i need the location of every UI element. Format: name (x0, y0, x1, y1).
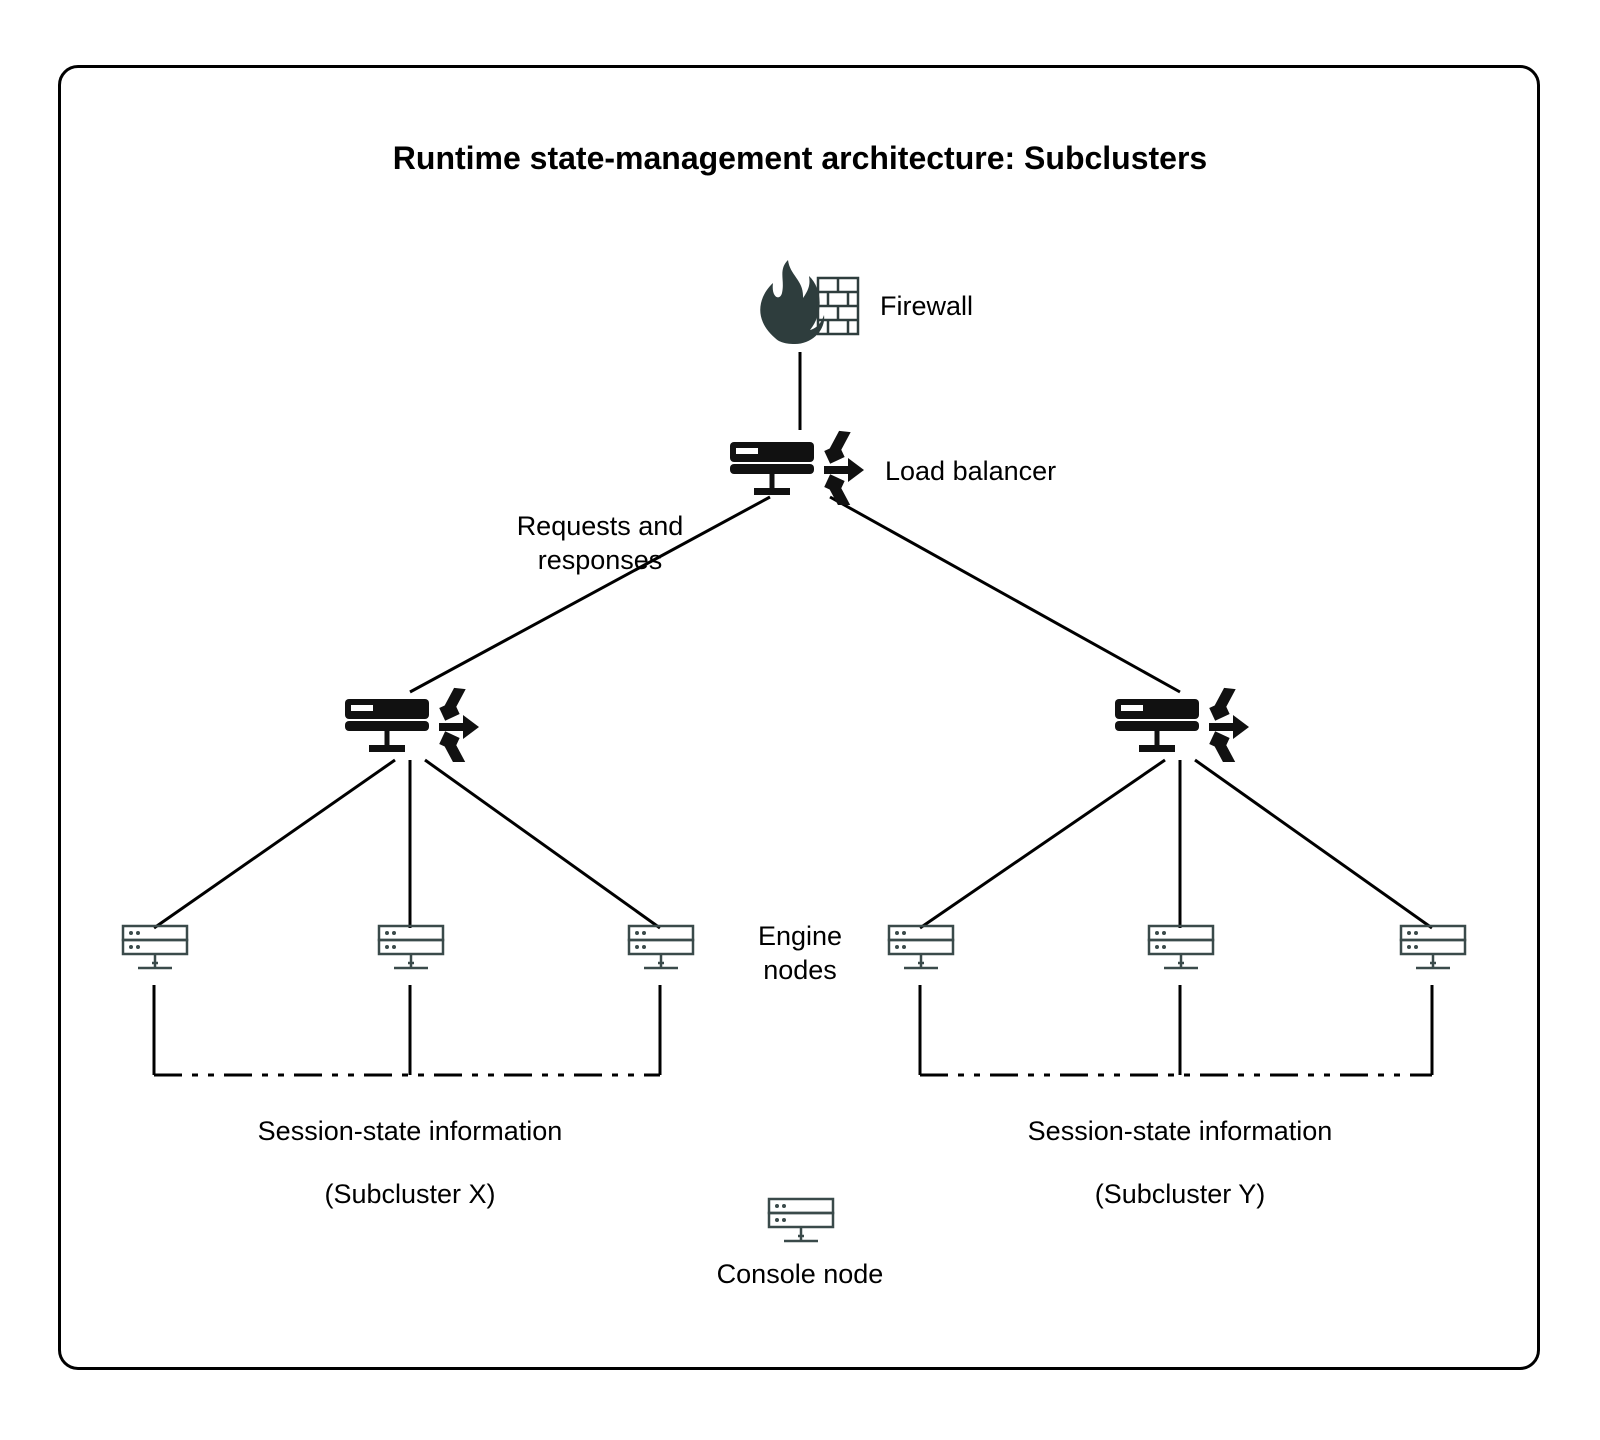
engine-nodes-label: Engine nodes (720, 920, 880, 988)
diagram-canvas: Runtime state-management architecture: S… (0, 0, 1600, 1440)
engine-node-icon (1398, 922, 1468, 987)
requests-label-line1: Requests and (517, 511, 684, 541)
load-balancer-icon (730, 430, 870, 505)
diagram-title: Runtime state-management architecture: S… (0, 140, 1600, 177)
firewall-label: Firewall (880, 290, 973, 324)
subcluster-x-label: (Subcluster X) (210, 1178, 610, 1212)
subcluster-y-label: (Subcluster Y) (980, 1178, 1380, 1212)
sub-load-balancer-right-icon (1115, 687, 1255, 762)
requests-responses-label: Requests and responses (480, 510, 720, 578)
session-state-y-label: Session-state information (980, 1115, 1380, 1149)
engine-node-icon (886, 922, 956, 987)
load-balancer-label: Load balancer (885, 455, 1056, 489)
engine-node-icon (1146, 922, 1216, 987)
engine-node-icon (120, 922, 190, 987)
engine-node-icon (626, 922, 696, 987)
session-state-x-label: Session-state information (210, 1115, 610, 1149)
sub-load-balancer-left-icon (345, 687, 485, 762)
engine-nodes-label-line2: nodes (763, 955, 837, 985)
requests-label-line2: responses (538, 545, 663, 575)
console-node-icon (766, 1195, 836, 1260)
engine-nodes-label-line1: Engine (758, 921, 842, 951)
engine-node-icon (376, 922, 446, 987)
console-node-label: Console node (690, 1258, 910, 1292)
firewall-icon (740, 258, 860, 350)
